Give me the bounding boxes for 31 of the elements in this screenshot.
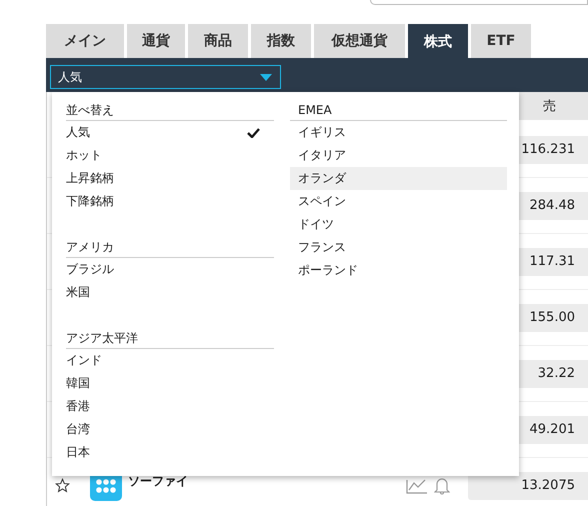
search-field[interactable] bbox=[370, 0, 588, 5]
chart-icon[interactable] bbox=[406, 478, 428, 494]
table-cell: 13.2075 bbox=[468, 472, 588, 500]
menu-item[interactable]: 日本 bbox=[66, 441, 274, 464]
menu-item[interactable]: 上昇銘柄 bbox=[66, 167, 274, 190]
star-icon[interactable] bbox=[55, 478, 70, 493]
stock-name: ソーファイ bbox=[128, 473, 188, 490]
bell-icon[interactable] bbox=[434, 476, 450, 494]
tab[interactable]: 通貨 bbox=[127, 24, 185, 58]
menu-item[interactable]: 韓国 bbox=[66, 372, 274, 395]
menu-item[interactable]: オランダ bbox=[290, 167, 507, 190]
tab[interactable]: ETF bbox=[471, 24, 531, 58]
menu-item[interactable]: 台湾 bbox=[66, 418, 274, 441]
menu-item[interactable]: 米国 bbox=[66, 281, 274, 304]
tab[interactable]: 指数 bbox=[251, 24, 311, 58]
caret-icon bbox=[260, 74, 272, 80]
menu-item[interactable]: 下降銘柄 bbox=[66, 190, 274, 213]
tab[interactable]: 仮想通貨 bbox=[314, 24, 405, 58]
tab[interactable]: 株式 bbox=[408, 24, 468, 60]
menu-heading: アメリカ bbox=[66, 237, 274, 258]
menu-item[interactable]: 人気 bbox=[66, 121, 274, 144]
menu-heading: EMEA bbox=[290, 100, 507, 121]
menu-item[interactable]: ブラジル bbox=[66, 258, 274, 281]
menu-heading: 並べ替え bbox=[66, 100, 274, 121]
menu-heading: アジア太平洋 bbox=[66, 328, 274, 349]
tab[interactable]: メイン bbox=[46, 24, 124, 58]
menu-item[interactable]: ホット bbox=[66, 144, 274, 167]
menu-item[interactable]: 香港 bbox=[66, 395, 274, 418]
filter-select[interactable]: 人気 bbox=[50, 65, 281, 89]
menu-item[interactable]: インド bbox=[66, 349, 274, 372]
tab[interactable]: 商品 bbox=[188, 24, 248, 58]
